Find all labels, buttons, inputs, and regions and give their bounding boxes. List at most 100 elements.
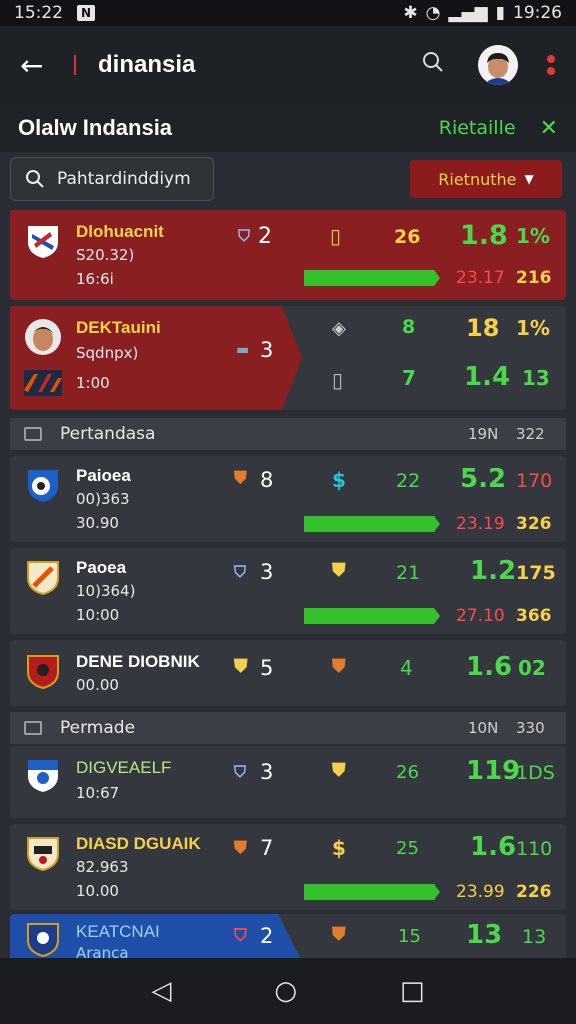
team-crest-icon [27,837,59,872]
stat-value: 15 [398,926,421,947]
flag-icon: ▬ [236,342,250,358]
team-crest-icon [27,561,59,596]
team-sub: 00)363 [76,490,130,508]
stat-icon: ⛊ [332,760,346,781]
stat-value: 3 [260,760,274,784]
team-time: 10.00 [76,882,119,900]
progress-bar [304,516,440,532]
stat-value: 1DS [516,762,555,784]
wifi-icon: ◔ [425,3,441,23]
team-name: DEKTauini [76,318,161,337]
search-icon [26,170,44,188]
shield-icon: ⛉ [234,562,247,581]
list-item[interactable]: DEKTauini Sqdnpx) 1:00 ▬ 3 ◈ ▯ 8 18 1% 7… [10,306,566,410]
section-value: 330 [516,719,545,737]
stat-value: 13 [522,926,547,948]
stat-icon: ⛊ [332,924,346,945]
stat-value: 27.10 [456,606,505,626]
nav-home-icon[interactable]: ○ [274,976,297,1006]
stat-value: 1.2 [470,556,517,586]
search-value: Pahtardinddiym [57,169,191,189]
stat-icon: ⛊ [332,656,346,677]
filter-dropdown[interactable]: Rietnuthe ▼ [410,160,562,198]
more-menu-icon[interactable] [546,55,556,75]
stat-value: 13 [522,366,550,390]
header-action-link[interactable]: Rietaille [439,117,516,139]
search-icon[interactable] [418,51,448,79]
shield-icon: ⛊ [234,656,248,677]
stat-value: 5 [260,656,274,680]
team-name: DIASD DGUAIK [76,834,201,853]
stat-value: 2 [258,224,272,249]
status-time-right: 19:26 [513,3,562,23]
team-sub: Aranca [76,944,129,958]
dollar-icon: $ [332,836,346,860]
stat-value: 1% [516,224,550,248]
list-item[interactable]: KEATCNAI Aranca ⛉ 2 ⛊ 15 13 13 [10,914,566,958]
player-avatar [25,319,61,355]
shield-icon: ⛉ [234,926,247,946]
team-name: Paoea [76,558,127,577]
team-time: 1:00 [76,374,110,392]
stat-value: 1.4 [464,362,511,392]
team-crest-icon [27,655,59,690]
stat-value: 226 [516,882,552,902]
notification-icon: N [77,5,95,21]
dollar-icon: $ [332,468,346,492]
signal-icon: ▂▄▆ [448,3,488,23]
list-item[interactable]: Paioea 00)363 30.90 ⛊ 8 $ 22 5.2 170 23.… [10,456,566,542]
section-label: Pertandasa [60,424,156,444]
stat-value: 13 [466,920,503,950]
stat-value: 21 [396,562,421,584]
list-item[interactable]: DENE DIOBNIK 00.00 ⛊ 5 ⛊ 4 1.6 02 [10,640,566,706]
stat-value: 175 [516,562,556,584]
shield-icon: ⛉ [234,762,247,781]
team-name: DIGVEAELF [76,758,172,777]
team-crest-icon [28,226,58,258]
stat-value: 3 [260,338,274,362]
stat-value: 26 [396,762,419,783]
nav-back-icon[interactable]: ◁ [151,976,171,1006]
bluetooth-icon: ✱ [403,3,418,23]
stat-value: 326 [516,514,552,534]
status-bar: 15:22 N ✱ ◔ ▂▄▆ ▮ 19:26 [0,0,576,26]
team-sub: S20.32) [76,246,135,264]
section-header: Pertandasa 19N 322 [10,418,566,450]
stat-value: 22 [396,470,421,492]
shield-icon: ⛊ [234,468,247,488]
avatar[interactable] [478,45,518,85]
stat-value: 23.99 [456,882,505,902]
stat-value: 119 [466,756,521,786]
list-item[interactable]: DIGVEAELF 10:67 ⛉ 3 ⛊ 26 119 1DS [10,746,566,818]
stat-value: 25 [396,838,419,859]
stat-icon: ▯ [330,224,342,248]
search-input[interactable]: Pahtardinddiym [10,157,214,201]
stat-value: 02 [518,656,546,680]
list-item[interactable]: DIASD DGUAIK 82.963 10.00 ⛊ 7 $ 25 1.6 1… [10,824,566,910]
team-crest-icon [27,923,59,958]
team-crest-icon [28,470,58,502]
stat-value: 366 [516,606,552,626]
stat-value: 5.2 [460,464,507,494]
section-label: Permade [60,718,136,738]
system-nav-bar: ◁ ○ □ [0,958,576,1024]
stat-value: 3 [260,560,274,584]
list-item[interactable]: Dlohuacnit S20.32) 16:6i ⛉ 2 ▯ 26 1.8 1%… [10,210,566,300]
stat-value: 4 [400,656,413,680]
stat-value: 7 [260,836,274,860]
close-icon[interactable]: ✕ [540,116,558,141]
stat-value: 18 [466,314,500,342]
stat-value: 1.8 [460,220,508,251]
back-arrow-icon[interactable]: ← [20,49,56,82]
nav-recents-icon[interactable]: □ [400,976,425,1006]
list-item[interactable]: Paoea 10)364) 10:00 ⛉ 3 ⛊ 21 1.2 175 27.… [10,548,566,634]
stat-value: 1.6 [466,652,513,682]
shield-icon: ⛊ [234,838,247,858]
progress-bar [304,884,440,900]
stat-value: 26 [394,226,421,248]
stat-value: 7 [402,366,416,390]
team-time: 30.90 [76,514,119,532]
team-sub: 10:67 [76,784,120,802]
section-title: Olalw Indansia [18,115,173,140]
calendar-icon [24,427,42,441]
